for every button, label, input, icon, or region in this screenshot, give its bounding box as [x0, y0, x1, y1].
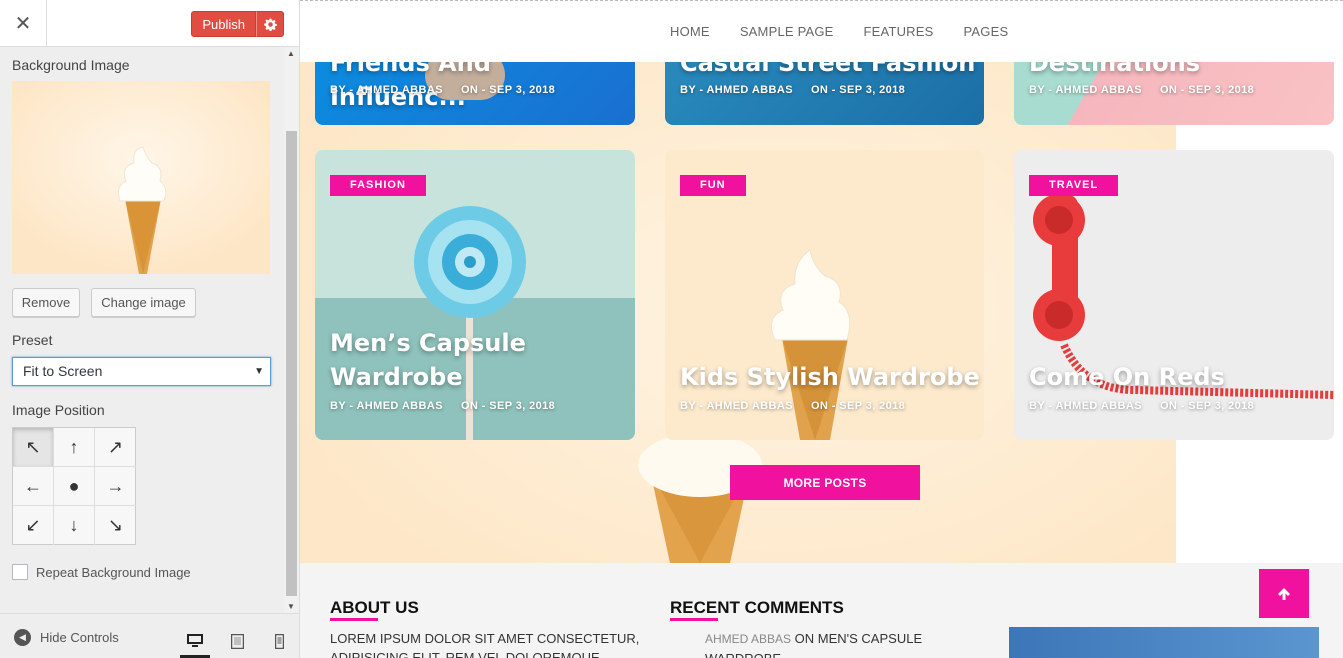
nav-home[interactable]: HOME	[670, 24, 710, 39]
collapse-icon: ◀	[14, 629, 31, 646]
arrow-up-right-icon[interactable]: ↗	[95, 428, 136, 467]
repeat-background-label: Repeat Background Image	[36, 565, 191, 580]
tablet-preview-icon[interactable]	[222, 626, 252, 656]
site-footer: ABOUT US LOREM IPSUM DOLOR SIT AMET CONS…	[300, 563, 1343, 658]
publish-button[interactable]: Publish	[191, 11, 256, 37]
customizer-section: Background Image Remove Change image Pre…	[0, 47, 284, 613]
post-card-fun[interactable]: FUN Kids Stylish Wardrobe BY - AHMED ABB…	[665, 150, 984, 440]
scroll-up-icon[interactable]: ▲	[287, 49, 295, 58]
footer-widget-image	[1009, 627, 1319, 658]
card-title-line1: Men’s Capsule	[330, 329, 526, 357]
arrow-right-icon[interactable]: →	[95, 467, 136, 506]
back-to-top-button[interactable]	[1259, 569, 1309, 618]
publish-group: Publish	[191, 11, 284, 37]
about-us-heading: ABOUT US	[330, 598, 419, 621]
image-position-label: Image Position	[12, 402, 105, 418]
heading-underline	[670, 618, 718, 621]
card-author: BY - AHMED ABBAS	[330, 400, 443, 412]
arrow-down-left-icon[interactable]: ↙	[13, 506, 54, 545]
card-date: ON - SEP 3, 2018	[460, 84, 556, 96]
mobile-preview-icon[interactable]	[264, 626, 294, 656]
about-us-text: LOREM IPSUM DOLOR SIT AMET CONSECTETUR, …	[330, 629, 639, 658]
comment-post-cont[interactable]: WARDROBE	[705, 649, 922, 658]
card-title-line2: Wardrobe	[330, 363, 463, 391]
arrow-up-left-icon[interactable]: ↖	[13, 428, 54, 467]
desktop-preview-icon[interactable]	[180, 626, 210, 658]
heading-underline	[330, 618, 378, 621]
card-author: BY - AHMED ABBAS	[680, 84, 793, 96]
about-text-line: ADIPISICING ELIT. REM VEL DOLOREMQUE	[330, 650, 600, 658]
arrow-left-icon[interactable]: ←	[13, 467, 54, 506]
image-position-grid: ↖ ↑ ↗ ← ● → ↙ ↓ ↘	[12, 427, 136, 545]
card-meta: BY - AHMED ABBAS ON - SEP 3, 2018	[680, 400, 905, 412]
comment-item: AHMED ABBAS ON MEN'S CAPSULE WARDROBE	[705, 629, 922, 658]
hide-controls-button[interactable]: ◀ Hide Controls	[14, 629, 119, 646]
customizer-sidebar: ✕ Publish Background Image Remove Change…	[0, 0, 300, 658]
card-title: Kids Stylish Wardrobe	[680, 363, 980, 391]
card-meta: BY - AHMED ABBAS ON - SEP 3, 2018	[1029, 400, 1254, 412]
card-author: BY - AHMED ABBAS	[1029, 400, 1142, 412]
site-preview: HOME SAMPLE PAGE FEATURES PAGES Friends …	[300, 0, 1343, 658]
post-card-fashion[interactable]: FASHION Men’s Capsule Wardrobe BY - AHME…	[315, 150, 635, 440]
gear-icon[interactable]	[256, 11, 284, 37]
post-card-travel[interactable]: TRAVEL Come On Reds BY - AHMED ABBAS ON -…	[1014, 150, 1334, 440]
nav-pages[interactable]: PAGES	[964, 24, 1009, 39]
card-meta: BY - AHMED ABBAS ON - SEP 3, 2018	[330, 84, 555, 96]
about-us-title: ABOUT US	[330, 598, 419, 617]
arrow-up-icon	[1278, 587, 1290, 600]
preset-select[interactable]: Fit to Screen ▼	[12, 357, 271, 386]
remove-button[interactable]: Remove	[12, 288, 80, 317]
card-meta: BY - AHMED ABBAS ON - SEP 3, 2018	[330, 400, 555, 412]
card-date: ON - SEP 3, 2018	[1159, 400, 1255, 412]
category-badge[interactable]: FUN	[680, 175, 746, 196]
card-author: BY - AHMED ABBAS	[330, 84, 443, 96]
recent-comments-title: RECENT COMMENTS	[670, 598, 844, 617]
scroll-down-icon[interactable]: ▼	[287, 602, 295, 611]
preset-label: Preset	[12, 332, 53, 348]
arrow-up-icon[interactable]: ↑	[54, 428, 95, 467]
card-author: BY - AHMED ABBAS	[1029, 84, 1142, 96]
site-navbar: HOME SAMPLE PAGE FEATURES PAGES	[300, 0, 1343, 62]
hide-controls-label: Hide Controls	[40, 630, 119, 645]
change-image-button[interactable]: Change image	[91, 288, 196, 317]
customizer-header: ✕ Publish	[0, 0, 299, 47]
card-date: ON - SEP 3, 2018	[810, 400, 906, 412]
chevron-down-icon: ▼	[254, 366, 264, 377]
arrow-down-right-icon[interactable]: ↘	[95, 506, 136, 545]
nav-features[interactable]: FEATURES	[864, 24, 934, 39]
category-badge[interactable]: TRAVEL	[1029, 175, 1119, 196]
nav-sample-page[interactable]: SAMPLE PAGE	[740, 24, 834, 39]
card-date: ON - SEP 3, 2018	[1159, 84, 1255, 96]
scroll-thumb[interactable]	[286, 131, 297, 596]
comment-post[interactable]: ON MEN'S CAPSULE	[795, 631, 922, 646]
category-badge[interactable]: FASHION	[330, 175, 426, 196]
card-meta: BY - AHMED ABBAS ON - SEP 3, 2018	[1029, 84, 1254, 96]
main-menu: HOME SAMPLE PAGE FEATURES PAGES	[670, 24, 1008, 39]
customizer-footer: ◀ Hide Controls	[0, 613, 299, 658]
close-icon[interactable]: ✕	[0, 0, 47, 46]
preset-value: Fit to Screen	[23, 363, 103, 379]
about-text-line: LOREM IPSUM DOLOR SIT AMET CONSECTETUR,	[330, 631, 640, 646]
arrow-down-icon[interactable]: ↓	[54, 506, 95, 545]
card-date: ON - SEP 3, 2018	[810, 84, 906, 96]
repeat-background-checkbox[interactable]	[12, 564, 28, 580]
card-date: ON - SEP 3, 2018	[460, 400, 556, 412]
comment-author[interactable]: AHMED ABBAS	[705, 632, 791, 646]
center-dot-icon[interactable]: ●	[54, 467, 95, 506]
recent-comments-heading: RECENT COMMENTS	[670, 598, 844, 621]
section-title: Background Image	[12, 57, 130, 73]
card-meta: BY - AHMED ABBAS ON - SEP 3, 2018	[680, 84, 905, 96]
sidebar-scrollbar[interactable]: ▲ ▼	[284, 47, 299, 613]
more-posts-button[interactable]: MORE POSTS	[730, 465, 920, 500]
card-title: Come On Reds	[1029, 363, 1225, 391]
background-image-thumbnail[interactable]	[12, 81, 270, 274]
card-author: BY - AHMED ABBAS	[680, 400, 793, 412]
